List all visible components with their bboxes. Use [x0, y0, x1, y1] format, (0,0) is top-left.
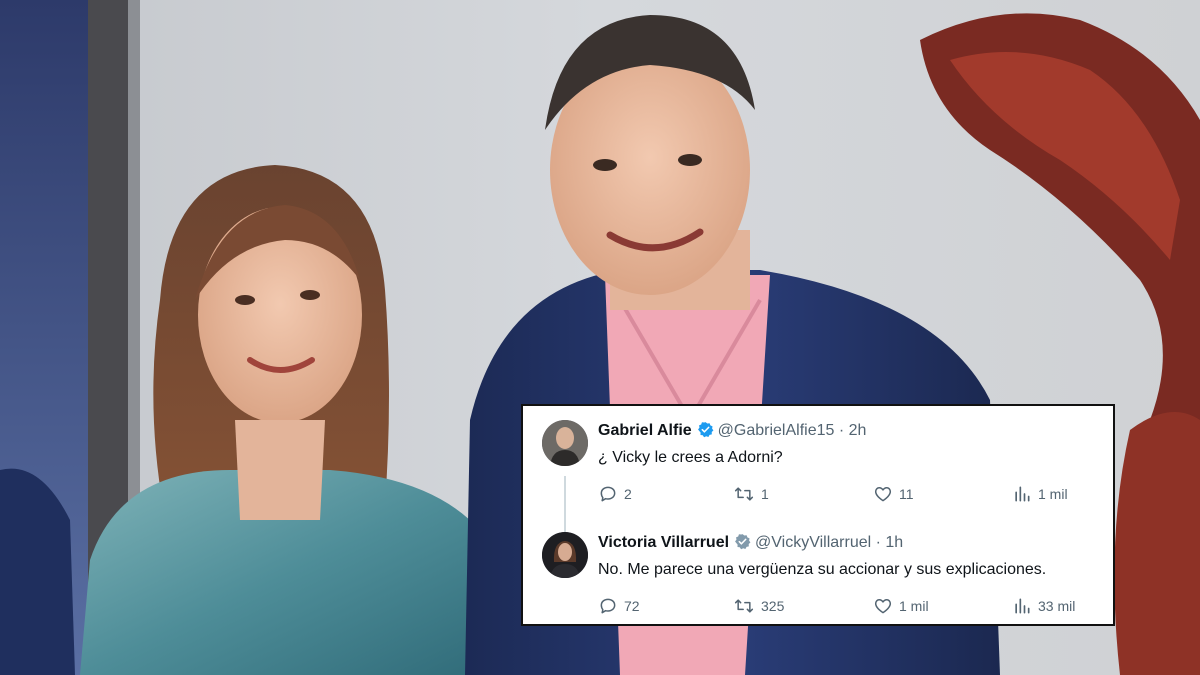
views-button[interactable]: 1 mil [1012, 484, 1068, 504]
views-count: 33 mil [1038, 598, 1076, 614]
timestamp[interactable]: · 1h [876, 534, 904, 551]
tweet-actions: 2 1 11 1 mil [598, 484, 1098, 508]
views-icon [1015, 486, 1030, 502]
handle[interactable]: @VickyVillarruel [755, 534, 871, 551]
reply-icon [600, 486, 616, 502]
retweet-button[interactable]: 1 [733, 484, 769, 504]
thread-connector-line [564, 476, 566, 536]
reply-button[interactable]: 72 [598, 596, 640, 616]
display-name[interactable]: Gabriel Alfie [598, 422, 692, 439]
display-name[interactable]: Victoria Villarruel [598, 534, 729, 551]
tweet-actions: 72 325 1 mil 33 mil [598, 596, 1098, 620]
retweet-count: 325 [761, 598, 785, 614]
reply-icon [600, 598, 616, 614]
retweet-icon [734, 599, 754, 613]
avatar[interactable] [542, 420, 588, 466]
like-icon [874, 599, 892, 614]
avatar[interactable] [542, 532, 588, 578]
tweet-thread-card: Gabriel Alfie @GabrielAlfie15 · 2h ¿ Vick… [521, 404, 1115, 626]
tweet-header: Victoria Villarruel @VickyVillarruel · 1h [598, 532, 903, 557]
like-count: 11 [899, 486, 914, 502]
views-count: 1 mil [1038, 486, 1068, 502]
reply-button[interactable]: 2 [598, 484, 632, 504]
tweet-header: Gabriel Alfie @GabrielAlfie15 · 2h [598, 420, 866, 445]
handle[interactable]: @GabrielAlfie15 [718, 422, 835, 439]
retweet-button[interactable]: 325 [733, 596, 784, 616]
retweet-icon [734, 487, 754, 501]
like-button[interactable]: 11 [873, 484, 914, 504]
like-icon [874, 487, 892, 502]
views-icon [1015, 598, 1030, 614]
retweet-count: 1 [761, 486, 769, 502]
like-count: 1 mil [899, 598, 929, 614]
views-button[interactable]: 33 mil [1012, 596, 1075, 616]
verified-icon [697, 421, 714, 445]
tweet-text: No. Me parece una vergüenza su accionar … [598, 561, 1047, 578]
reply-count: 72 [624, 598, 640, 614]
tweet-text: ¿ Vicky le crees a Adorni? [598, 449, 783, 466]
verified-icon [734, 533, 751, 557]
timestamp[interactable]: · 2h [839, 422, 867, 439]
reply-count: 2 [624, 486, 632, 502]
like-button[interactable]: 1 mil [873, 596, 929, 616]
